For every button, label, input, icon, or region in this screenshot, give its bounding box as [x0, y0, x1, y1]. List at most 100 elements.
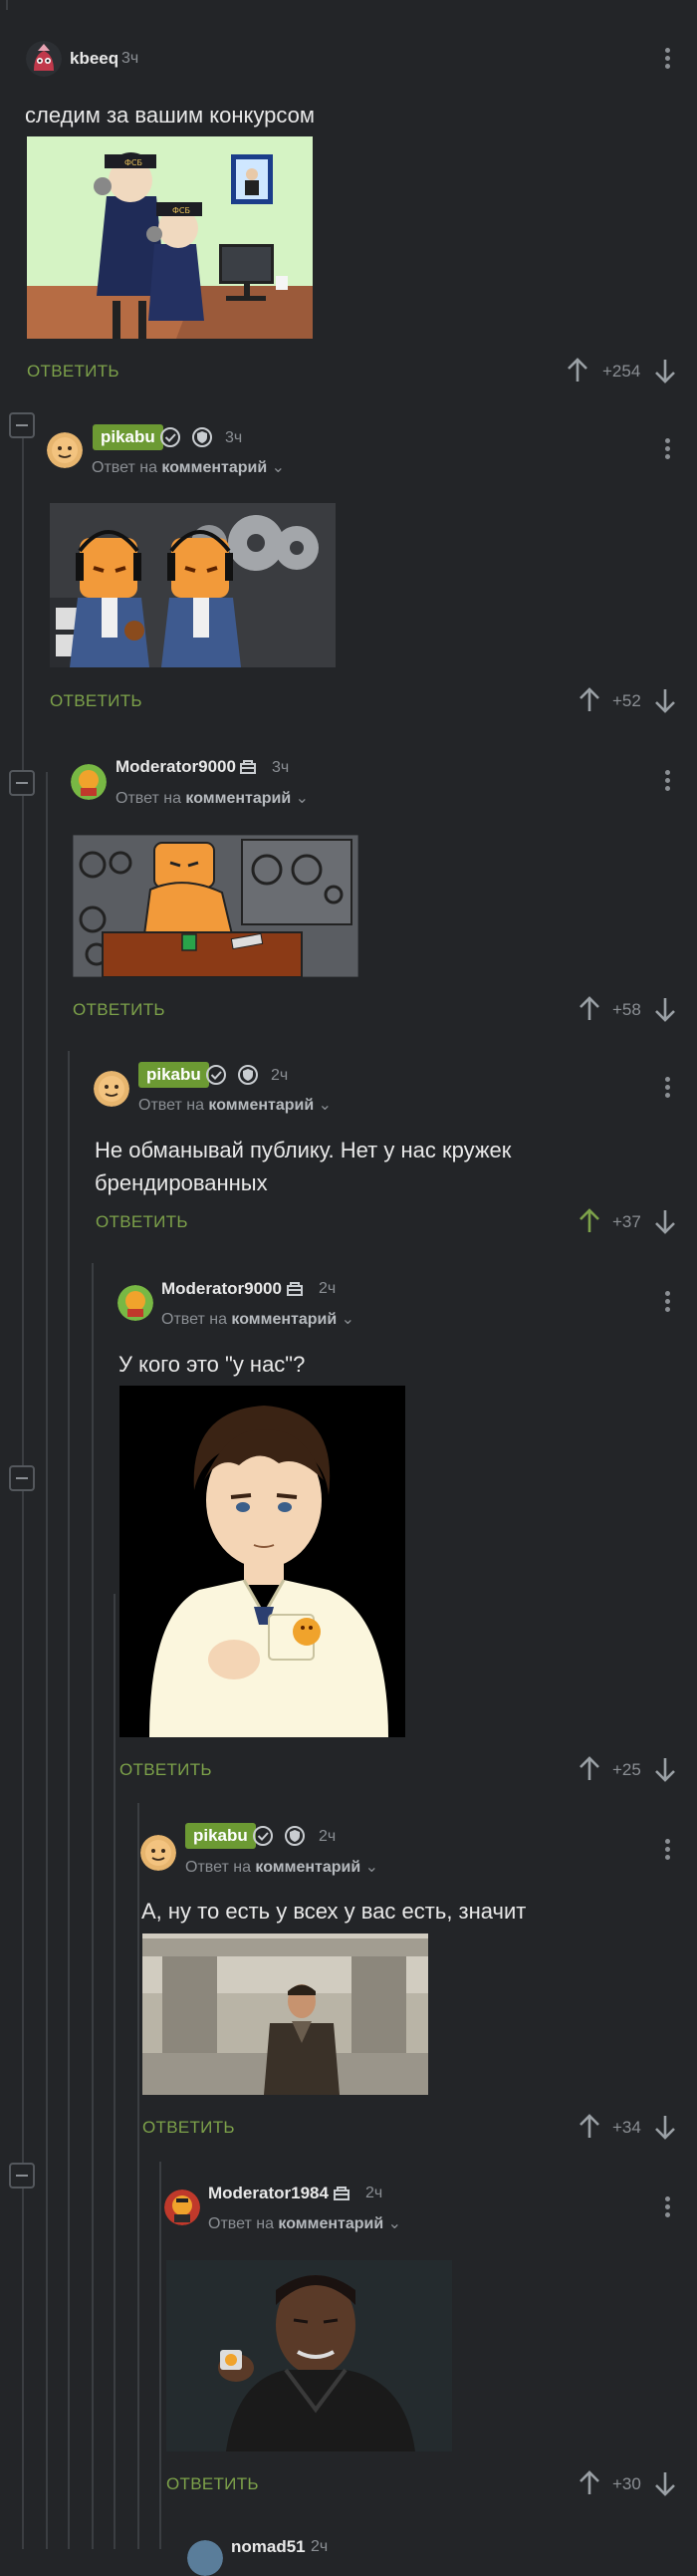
chevron-down-icon[interactable]: ⌄	[296, 790, 309, 807]
avatar[interactable]	[117, 1285, 153, 1321]
reply-to-comment[interactable]: комментарий	[255, 1859, 360, 1876]
collapse-button[interactable]	[9, 412, 35, 438]
downvote-icon[interactable]	[653, 2113, 677, 2141]
shield-icon	[192, 427, 212, 447]
reply-to-comment[interactable]: комментарий	[231, 1311, 337, 1328]
more-menu-icon[interactable]	[657, 1075, 677, 1099]
reply-button[interactable]: ОТВЕТИТЬ	[96, 1212, 188, 1232]
avatar[interactable]	[187, 2540, 223, 2576]
avatar[interactable]	[164, 2190, 200, 2225]
reply-to-label: Ответ на	[116, 790, 181, 807]
moderator-icon	[287, 1282, 303, 1296]
downvote-icon[interactable]	[653, 2469, 677, 2497]
comment-text: У кого это "у нас"?	[118, 1352, 306, 1377]
rating: +34	[612, 2118, 641, 2137]
upvote-icon[interactable]	[566, 357, 589, 385]
collapse-button[interactable]	[9, 770, 35, 796]
rating: +254	[602, 362, 641, 381]
username[interactable]: kbeeq	[70, 49, 118, 69]
reply-to-comment[interactable]: комментарий	[161, 459, 267, 476]
downvote-icon[interactable]	[653, 1207, 677, 1235]
username-badge[interactable]: pikabu	[138, 1062, 209, 1088]
avatar[interactable]	[47, 432, 83, 468]
downvote-icon[interactable]	[653, 686, 677, 714]
comment-image[interactable]	[166, 2260, 452, 2451]
comment-time: 2ч	[271, 1067, 289, 1084]
more-menu-icon[interactable]	[657, 768, 677, 792]
username[interactable]: Moderator1984	[208, 2184, 329, 2203]
thread-line-1	[22, 438, 24, 2549]
more-menu-icon[interactable]	[657, 46, 677, 70]
moderator-icon	[240, 760, 256, 774]
reply-to-comment[interactable]: комментарий	[278, 2215, 383, 2232]
reply-button[interactable]: ОТВЕТИТЬ	[142, 2118, 235, 2138]
more-menu-icon[interactable]	[657, 1289, 677, 1313]
username-badge[interactable]: pikabu	[93, 424, 163, 450]
comment-time: 2ч	[311, 2538, 329, 2555]
thread-line-0	[6, 0, 8, 10]
rating: +30	[612, 2474, 641, 2493]
thread-line-5	[114, 1594, 116, 2549]
comment-image[interactable]	[142, 1933, 428, 2095]
username[interactable]: Moderator9000	[161, 1279, 282, 1299]
comment-image[interactable]: ФСБ ФСБ	[27, 136, 313, 339]
more-menu-icon[interactable]	[657, 1837, 677, 1861]
reply-to-comment[interactable]: комментарий	[185, 790, 291, 807]
shield-icon	[285, 1826, 305, 1846]
comment-image[interactable]	[119, 1386, 405, 1737]
collapse-button[interactable]	[9, 2163, 35, 2189]
reply-to-comment[interactable]: комментарий	[208, 1097, 314, 1114]
upvote-icon[interactable]	[578, 1755, 601, 1783]
cap-label: ФСБ	[124, 158, 142, 167]
reply-to-link[interactable]: Ответ на комментарий ⌄	[116, 788, 309, 808]
comment-time: 2ч	[365, 2185, 383, 2201]
reply-button[interactable]: ОТВЕТИТЬ	[119, 1760, 212, 1780]
collapse-button[interactable]	[9, 1465, 35, 1491]
downvote-icon[interactable]	[653, 1755, 677, 1783]
upvote-icon[interactable]	[578, 2469, 601, 2497]
thread-line-7	[159, 2162, 161, 2549]
reply-to-link[interactable]: Ответ на комментарий ⌄	[185, 1857, 378, 1877]
chevron-down-icon[interactable]: ⌄	[319, 1097, 332, 1114]
reply-to-link[interactable]: Ответ на комментарий ⌄	[208, 2213, 401, 2233]
verified-icon	[253, 1826, 273, 1846]
more-menu-icon[interactable]	[657, 436, 677, 460]
chevron-down-icon[interactable]: ⌄	[342, 1311, 354, 1328]
reply-to-link[interactable]: Ответ на комментарий ⌄	[161, 1309, 354, 1329]
chevron-down-icon[interactable]: ⌄	[272, 459, 285, 476]
rating: +25	[612, 1760, 641, 1779]
upvote-icon[interactable]	[578, 686, 601, 714]
avatar[interactable]	[71, 764, 107, 800]
chevron-down-icon[interactable]: ⌄	[365, 1859, 378, 1876]
verified-icon	[160, 427, 180, 447]
username-badge[interactable]: pikabu	[185, 1823, 256, 1849]
reply-to-label: Ответ на	[185, 1859, 251, 1876]
reply-to-link[interactable]: Ответ на комментарий ⌄	[92, 457, 285, 477]
reply-to-link[interactable]: Ответ на комментарий ⌄	[138, 1095, 332, 1115]
downvote-icon[interactable]	[653, 357, 677, 385]
chevron-down-icon[interactable]: ⌄	[388, 2215, 401, 2232]
username[interactable]: nomad51	[231, 2537, 306, 2557]
upvote-icon[interactable]	[578, 2113, 601, 2141]
comment-time: 3ч	[272, 759, 290, 776]
upvote-icon[interactable]	[578, 1207, 601, 1235]
upvote-icon[interactable]	[578, 995, 601, 1023]
reply-button[interactable]: ОТВЕТИТЬ	[73, 1000, 165, 1020]
comment-image[interactable]	[50, 503, 336, 667]
avatar[interactable]	[26, 41, 62, 77]
comment-image[interactable]	[73, 835, 358, 977]
reply-button[interactable]: ОТВЕТИТЬ	[166, 2474, 259, 2494]
avatar[interactable]	[94, 1071, 129, 1107]
thread-line-3	[68, 1051, 70, 2549]
moderator-icon	[334, 2187, 349, 2200]
username[interactable]: Moderator9000	[116, 757, 236, 777]
cap-label: ФСБ	[172, 206, 190, 215]
avatar[interactable]	[140, 1835, 176, 1871]
reply-button[interactable]: ОТВЕТИТЬ	[27, 362, 119, 382]
thread-line-4	[92, 1263, 94, 2549]
downvote-icon[interactable]	[653, 995, 677, 1023]
rating: +52	[612, 691, 641, 710]
more-menu-icon[interactable]	[657, 2194, 677, 2218]
reply-button[interactable]: ОТВЕТИТЬ	[50, 691, 142, 711]
comment-text: А, ну то есть у всех у вас есть, значит	[141, 1899, 527, 1924]
